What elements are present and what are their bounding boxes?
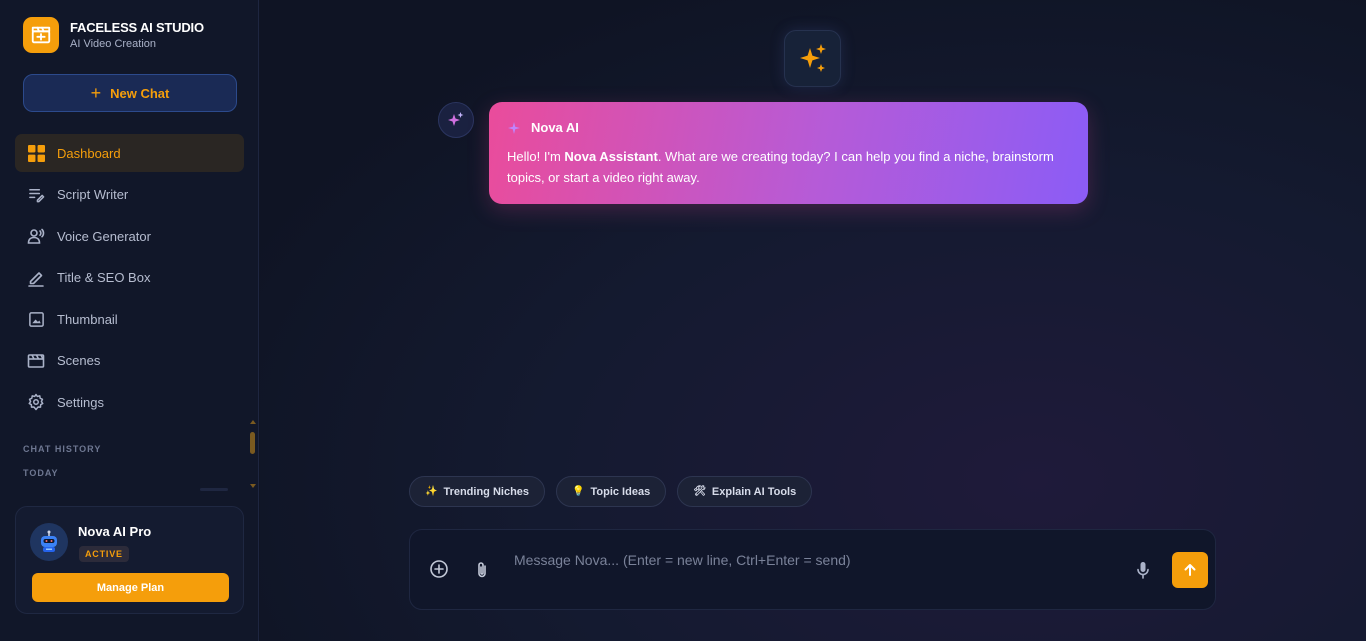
chat-history-heading: CHAT HISTORY [23, 444, 102, 454]
sidebar-item-scenes[interactable]: Scenes [15, 342, 244, 380]
plus-icon: + [90, 83, 102, 103]
chip-label: Topic Ideas [590, 485, 651, 498]
assistant-avatar-icon [438, 102, 474, 138]
sidebar-item-label: Voice Generator [57, 228, 151, 244]
status-badge: ACTIVE [79, 546, 129, 562]
plan-card: Nova AI Pro ACTIVE Manage Plan [15, 506, 244, 614]
suggestion-explain-ai-tools[interactable]: 🛠 Explain AI Tools [677, 476, 813, 507]
message-text-bold: Nova Assistant [564, 149, 658, 164]
sidebar-item-label: Scenes [57, 353, 101, 368]
assistant-message: Nova AI Hello! I'm Nova Assistant. What … [489, 102, 1088, 204]
sidebar-item-label: Dashboard [57, 145, 121, 161]
sidebar: FACELESS AI STUDIO AI Video Creation + N… [0, 0, 259, 641]
scroll-down-arrow-icon[interactable] [250, 484, 256, 488]
sparkles-icon [784, 30, 841, 87]
sidebar-item-settings[interactable]: Settings [15, 383, 244, 421]
sparkles-emoji-icon: ✨ [425, 486, 438, 497]
scroll-up-arrow-icon[interactable] [250, 420, 256, 424]
sidebar-item-label: Title & SEO Box [57, 270, 151, 285]
arrow-up-icon [1184, 564, 1196, 576]
suggestion-trending-niches[interactable]: ✨ Trending Niches [409, 476, 546, 507]
history-group-today: TODAY [23, 468, 59, 478]
gear-icon [27, 393, 45, 411]
sidebar-item-label: Script Writer [57, 187, 129, 202]
sidebar-nav: Dashboard Script Writer Voice Generator … [15, 134, 244, 425]
scroll-thumb[interactable] [250, 432, 255, 454]
message-input[interactable] [514, 550, 1114, 570]
script-icon [27, 186, 45, 204]
message-composer [409, 529, 1216, 610]
sidebar-item-label: Settings [57, 394, 104, 410]
robot-avatar-icon [30, 523, 68, 561]
brand[interactable]: FACELESS AI STUDIO AI Video Creation [23, 17, 204, 53]
new-chat-label: New Chat [110, 85, 170, 101]
clapper-icon [27, 352, 45, 370]
voice-icon [27, 227, 45, 245]
suggestion-topic-ideas[interactable]: 💡 Topic Ideas [556, 476, 667, 507]
message-text: Hello! I'm Nova Assistant. What are we c… [507, 146, 1070, 188]
message-text-prefix: Hello! I'm [507, 149, 565, 164]
sidebar-scrollbar[interactable] [249, 420, 257, 492]
sidebar-item-dashboard[interactable]: Dashboard [15, 134, 244, 172]
manage-plan-button[interactable]: Manage Plan [32, 573, 229, 602]
plan-name: Nova AI Pro [78, 524, 152, 539]
chip-label: Explain AI Tools [711, 485, 797, 498]
grid-icon [27, 144, 45, 162]
attachment-icon[interactable] [471, 559, 493, 581]
suggestion-chips: ✨ Trending Niches 💡 Topic Ideas 🛠 Explai… [409, 476, 823, 507]
sparkle-icon [508, 121, 520, 134]
clapperboard-icon [23, 17, 59, 53]
send-button[interactable] [1172, 552, 1208, 588]
new-chat-button[interactable]: + New Chat [23, 74, 237, 112]
tools-emoji-icon: 🛠 [693, 486, 706, 497]
lightbulb-emoji-icon: 💡 [572, 486, 585, 497]
message-sender: Nova AI [531, 120, 579, 135]
microphone-icon[interactable] [1132, 559, 1154, 581]
sidebar-item-voice-generator[interactable]: Voice Generator [15, 217, 244, 255]
chip-label: Trending Niches [443, 485, 530, 498]
pen-icon [27, 269, 45, 287]
history-item-placeholder[interactable] [200, 488, 228, 491]
sidebar-item-title-seo[interactable]: Title & SEO Box [15, 259, 244, 297]
sidebar-item-label: Thumbnail [57, 311, 118, 327]
sidebar-item-thumbnail[interactable]: Thumbnail [15, 300, 244, 338]
sidebar-item-script-writer[interactable]: Script Writer [15, 176, 244, 214]
image-icon [27, 310, 45, 328]
chat-main: Nova AI Hello! I'm Nova Assistant. What … [260, 0, 1366, 641]
brand-subtitle: AI Video Creation [70, 38, 157, 50]
brand-title: FACELESS AI STUDIO [70, 20, 204, 35]
add-circle-icon[interactable] [428, 558, 450, 580]
